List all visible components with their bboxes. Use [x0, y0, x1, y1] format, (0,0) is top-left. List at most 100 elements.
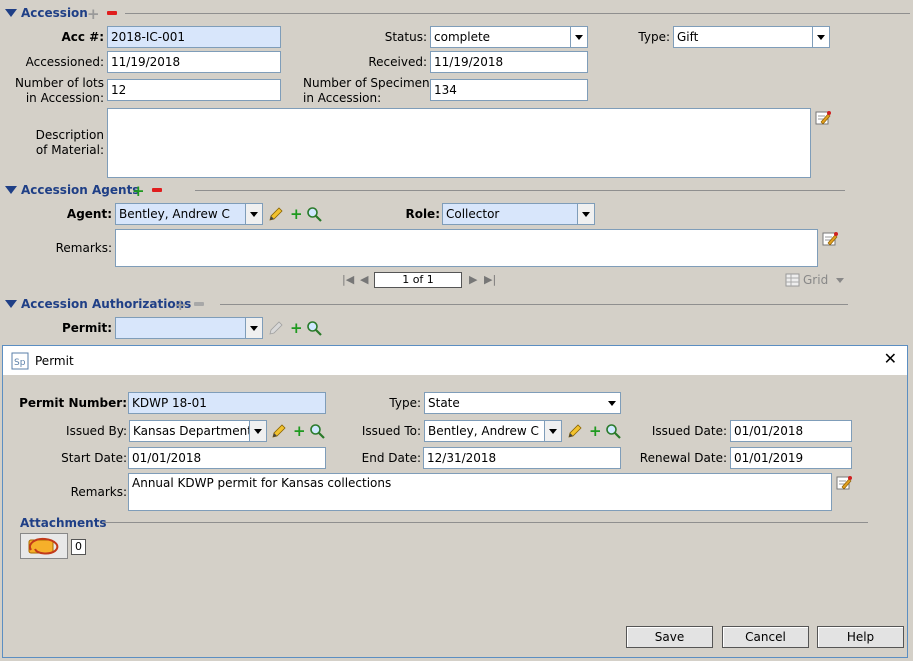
chevron-down-icon[interactable]: [571, 26, 588, 48]
end-date-field[interactable]: 12/31/2018: [423, 447, 621, 469]
edit-pencil-icon[interactable]: [268, 206, 284, 222]
renewal-date-field[interactable]: 01/01/2019: [730, 447, 852, 469]
renewal-date-label: Renewal Date:: [639, 451, 727, 465]
accessioned-date-field[interactable]: 11/19/2018: [107, 51, 281, 73]
save-button[interactable]: Save: [626, 626, 713, 648]
acc-number-field[interactable]: 2018-IC-001: [107, 26, 281, 48]
issued-by-add-icon[interactable]: +: [293, 424, 306, 439]
grid-icon: [785, 273, 800, 287]
accession-section-header[interactable]: Accession: [5, 6, 88, 20]
agent-add-icon[interactable]: +: [290, 207, 303, 222]
role-value: Collector: [442, 203, 578, 225]
description-label-line1: Description: [35, 128, 104, 142]
agent-remove-icon[interactable]: [152, 188, 162, 192]
received-date-field[interactable]: 11/19/2018: [430, 51, 588, 73]
close-icon[interactable]: ✕: [884, 351, 897, 367]
section-divider: [220, 304, 848, 305]
edit-pencil-icon[interactable]: [271, 423, 287, 439]
last-page-icon[interactable]: ▶|: [484, 274, 496, 286]
agents-section-header[interactable]: Accession Agents: [5, 183, 139, 197]
section-divider: [103, 522, 868, 523]
permit-select[interactable]: [115, 317, 263, 339]
chevron-down-icon[interactable]: [813, 26, 830, 48]
agent-value: Bentley, Andrew C: [115, 203, 246, 225]
issued-by-label: Issued By:: [66, 424, 127, 438]
type-select[interactable]: Gift: [673, 26, 830, 48]
chevron-down-icon[interactable]: [246, 203, 263, 225]
cancel-button[interactable]: Cancel: [722, 626, 809, 648]
edit-pencil-icon[interactable]: [567, 423, 583, 439]
search-icon[interactable]: [306, 320, 322, 336]
permit-number-field[interactable]: KDWP 18-01: [128, 392, 326, 414]
permit-label: Permit:: [61, 321, 112, 335]
lots-count-field[interactable]: 12: [107, 79, 281, 101]
pager-field[interactable]: 1 of 1: [374, 272, 462, 288]
specimens-label: Number of Specimens in Accession:: [285, 76, 436, 106]
section-divider: [195, 190, 845, 191]
agent-add-icon[interactable]: +: [132, 184, 145, 199]
permit-add-icon[interactable]: +: [290, 321, 303, 336]
search-icon[interactable]: [605, 423, 621, 439]
issued-by-select[interactable]: Kansas Department: [129, 420, 267, 442]
start-date-field[interactable]: 01/01/2018: [128, 447, 326, 469]
issued-date-field[interactable]: 01/01/2018: [730, 420, 852, 442]
accession-add-icon[interactable]: +: [87, 7, 100, 22]
permit-type-select[interactable]: State: [424, 392, 621, 414]
issued-date-label: Issued Date:: [651, 424, 727, 438]
accession-remove-icon[interactable]: [107, 11, 117, 15]
edit-form-icon[interactable]: [815, 110, 831, 126]
issued-to-select[interactable]: Bentley, Andrew C: [424, 420, 562, 442]
authorizations-section-title: Accession Authorizations: [21, 297, 192, 311]
status-label: Status:: [384, 30, 427, 44]
agent-remarks-textarea[interactable]: [115, 229, 818, 267]
issued-by-value: Kansas Department: [129, 420, 250, 442]
permit-dialog[interactable]: Sp Permit ✕ Permit Number: KDWP 18-01 Ty…: [2, 345, 908, 658]
collapse-triangle-icon[interactable]: [5, 186, 17, 194]
status-select[interactable]: complete: [430, 26, 588, 48]
lots-label: Number of lots in Accession:: [5, 76, 104, 106]
permit-value: [115, 317, 246, 339]
received-label: Received:: [368, 55, 427, 69]
chevron-down-icon[interactable]: [246, 317, 263, 339]
lots-label-line2: in Accession:: [25, 91, 104, 105]
edit-form-icon[interactable]: [836, 475, 852, 491]
attachments-count: 0: [71, 539, 86, 555]
permit-type-label: Type:: [389, 396, 421, 410]
authorizations-section-header[interactable]: Accession Authorizations: [5, 297, 191, 311]
specimens-count-field[interactable]: 134: [430, 79, 588, 101]
attachment-button[interactable]: [20, 533, 68, 559]
role-label: Role:: [405, 207, 440, 221]
role-select[interactable]: Collector: [442, 203, 595, 225]
description-textarea[interactable]: [107, 108, 811, 178]
accessioned-label: Accessioned:: [25, 55, 104, 69]
first-page-icon[interactable]: |◀: [342, 274, 354, 286]
issued-to-value: Bentley, Andrew C: [424, 420, 545, 442]
collapse-triangle-icon[interactable]: [5, 300, 17, 308]
chevron-down-icon[interactable]: [604, 392, 621, 414]
dialog-title-bar[interactable]: Sp Permit ✕: [3, 346, 907, 375]
agent-select[interactable]: Bentley, Andrew C: [115, 203, 263, 225]
chevron-down-icon[interactable]: [836, 277, 845, 283]
authorization-remove-icon[interactable]: [194, 302, 204, 306]
accession-section-title: Accession: [21, 6, 88, 20]
search-icon[interactable]: [306, 206, 322, 222]
edit-form-icon[interactable]: [822, 231, 838, 247]
chevron-down-icon[interactable]: [578, 203, 595, 225]
issued-to-add-icon[interactable]: +: [589, 424, 602, 439]
permit-type-value: State: [424, 392, 604, 414]
permit-remarks-label: Remarks:: [70, 485, 127, 499]
permit-remarks-textarea[interactable]: Annual KDWP permit for Kansas collection…: [128, 473, 832, 511]
chevron-down-icon[interactable]: [250, 420, 267, 442]
description-label: Description of Material:: [10, 128, 104, 158]
next-page-icon[interactable]: ▶: [469, 274, 477, 286]
help-button[interactable]: Help: [817, 626, 904, 648]
chevron-down-icon[interactable]: [545, 420, 562, 442]
edit-pencil-icon[interactable]: [268, 320, 284, 336]
section-divider: [125, 13, 910, 14]
grid-toggle[interactable]: Grid: [785, 273, 845, 287]
prev-page-icon[interactable]: ◀: [360, 274, 368, 286]
collapse-triangle-icon[interactable]: [5, 9, 17, 17]
authorization-add-icon[interactable]: +: [174, 298, 187, 313]
search-icon[interactable]: [309, 423, 325, 439]
dialog-title: Permit: [35, 353, 74, 368]
